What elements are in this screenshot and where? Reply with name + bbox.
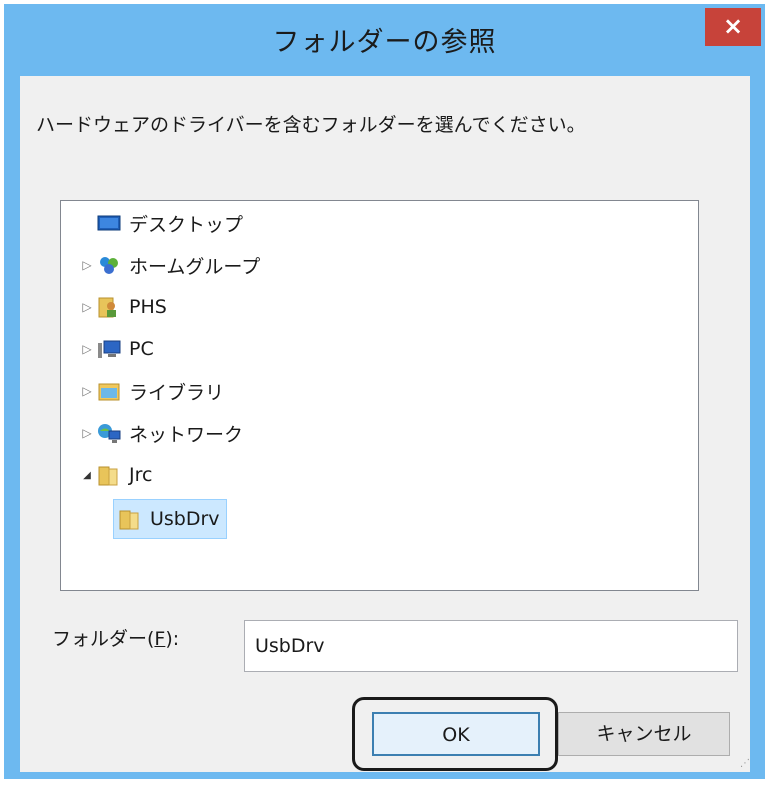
tree-item-label: ホームグループ <box>129 255 261 278</box>
folder-input[interactable] <box>244 620 738 672</box>
tree-item-label: PC <box>129 338 154 360</box>
close-button[interactable]: × <box>705 8 761 46</box>
network-icon <box>97 422 121 444</box>
homegroup-icon <box>97 254 121 276</box>
expander-icon[interactable]: ▷ <box>79 258 95 272</box>
folder-icon <box>118 508 142 530</box>
resize-grip-icon[interactable]: ⋰ <box>740 758 750 769</box>
tree-item-label: Jrc <box>129 464 153 486</box>
dialog-title: フォルダーの参照 <box>272 27 497 58</box>
tree-item-label: デスクトップ <box>129 213 244 236</box>
folder-icon <box>97 464 121 486</box>
tree-item-pc[interactable]: ▷ PC <box>79 331 154 367</box>
folder-field-label: フォルダー(F): <box>52 628 180 650</box>
highlight-annotation <box>352 697 558 771</box>
computer-icon <box>97 338 121 360</box>
expander-icon[interactable]: ▷ <box>79 300 95 314</box>
tree-item-label: PHS <box>129 296 167 318</box>
desktop-icon <box>97 212 121 234</box>
tree-item-library[interactable]: ▷ ライブラリ <box>79 373 224 409</box>
cancel-button[interactable]: キャンセル <box>558 712 730 756</box>
instruction-text: ハードウェアのドライバーを含むフォルダーを選んでください。 <box>36 114 586 136</box>
tree-item-phs[interactable]: ▷ PHS <box>79 289 167 325</box>
library-icon <box>97 380 121 402</box>
tree-item-label: UsbDrv <box>150 508 220 530</box>
user-folder-icon <box>97 296 121 318</box>
expander-icon[interactable]: ▷ <box>79 426 95 440</box>
tree-item-jrc[interactable]: ◢ Jrc <box>79 457 152 493</box>
tree-item-desktop[interactable]: デスクトップ <box>79 205 243 241</box>
title-bar[interactable]: フォルダーの参照 × <box>4 4 765 76</box>
collapse-icon[interactable]: ◢ <box>79 470 95 481</box>
folder-tree[interactable]: デスクトップ ▷ ホームグループ ▷ PHS ▷ PC ▷ ライブラリ ▷ ネッ… <box>60 200 699 591</box>
tree-item-usbdrv[interactable]: UsbDrv <box>113 499 227 539</box>
tree-item-homegroup[interactable]: ▷ ホームグループ <box>79 247 260 283</box>
tree-item-label: ネットワーク <box>129 423 244 446</box>
accelerator-key: F <box>154 628 166 650</box>
expander-icon[interactable]: ▷ <box>79 384 95 398</box>
tree-item-label: ライブラリ <box>129 381 225 404</box>
tree-item-network[interactable]: ▷ ネットワーク <box>79 415 243 451</box>
expander-icon[interactable]: ▷ <box>79 342 95 356</box>
